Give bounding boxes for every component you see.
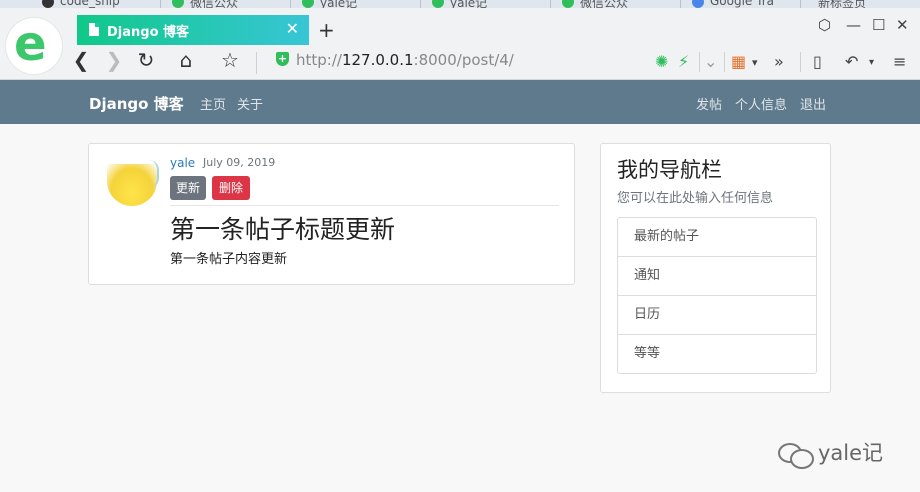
- watermark: yale记: [778, 437, 883, 469]
- background-tab[interactable]: Google Tra: [690, 0, 774, 8]
- sidebar-item-notifications[interactable]: 通知: [618, 257, 816, 296]
- post-date: July 09, 2019: [203, 156, 276, 169]
- update-button[interactable]: 更新: [170, 176, 206, 200]
- menu-icon[interactable]: ≡: [893, 52, 906, 71]
- nav-logout[interactable]: 退出: [800, 94, 826, 113]
- background-tab[interactable]: yale记: [300, 0, 357, 8]
- avatar-decoration: [147, 160, 159, 188]
- browser-logo-icon[interactable]: e: [6, 16, 62, 74]
- nav-profile[interactable]: 个人信息: [735, 94, 787, 113]
- star-icon[interactable]: ☆: [216, 48, 244, 72]
- nav-about[interactable]: 关于: [237, 94, 263, 113]
- back-icon[interactable]: ❮: [67, 48, 95, 72]
- nav-new-post[interactable]: 发帖: [696, 94, 722, 113]
- apps-dropdown-icon[interactable]: ▾: [752, 56, 758, 69]
- background-tab[interactable]: 新标签页: [810, 0, 866, 8]
- wechat-icon: [778, 441, 814, 469]
- post-content: 第一条帖子内容更新: [170, 252, 288, 267]
- browser-chrome: e Django 博客 ✕ + ⬡ — ☐ ✕ ❮ ❯ ↻ ⌂ ☆ + http…: [0, 8, 920, 80]
- undo-icon[interactable]: ↶: [845, 52, 858, 71]
- maximize-icon[interactable]: ☐: [872, 16, 885, 34]
- site-navbar: Django 博客 主页 关于 发帖 个人信息 退出: [0, 80, 920, 124]
- reload-icon[interactable]: ↻: [132, 48, 160, 72]
- sidebar-item-calendar[interactable]: 日历: [618, 296, 816, 335]
- post-author[interactable]: yale: [170, 156, 195, 170]
- lightning-icon[interactable]: ⚡: [678, 52, 689, 71]
- skin-icon[interactable]: ⬡: [818, 16, 831, 34]
- nav-home[interactable]: 主页: [200, 94, 226, 113]
- active-tab[interactable]: Django 博客 ✕: [77, 15, 309, 45]
- background-tab[interactable]: 微信公众: [560, 0, 628, 8]
- wechat-icon: [302, 0, 314, 8]
- sidebar-subtitle: 您可以在此处输入任何信息: [617, 191, 774, 206]
- wechat-icon: [432, 0, 444, 8]
- background-tab[interactable]: code_snip: [40, 0, 120, 8]
- sidebar-title: 我的导航栏: [617, 158, 722, 182]
- undo-dropdown-icon[interactable]: ▾: [869, 57, 874, 68]
- background-tab[interactable]: yale记: [430, 0, 487, 8]
- mobile-icon[interactable]: ▯: [813, 52, 822, 71]
- close-window-icon[interactable]: ✕: [896, 16, 909, 34]
- wechat-icon: [172, 0, 184, 8]
- sidebar-item-latest-posts[interactable]: 最新的帖子: [618, 218, 816, 257]
- new-tab-icon[interactable]: +: [318, 18, 335, 42]
- google-translate-icon: [692, 0, 704, 8]
- chevron-down-icon[interactable]: ⌄: [704, 52, 717, 71]
- active-tab-title: Django 博客: [107, 25, 190, 40]
- background-tabs: code_snip 微信公众 yale记 yale记 微信公众 Google T…: [0, 0, 920, 8]
- delete-button[interactable]: 删除: [212, 176, 250, 200]
- apps-icon[interactable]: ▦: [731, 52, 746, 71]
- shield-icon: +: [276, 52, 289, 66]
- home-icon[interactable]: ⌂: [172, 48, 200, 72]
- close-tab-icon[interactable]: ✕: [286, 19, 299, 38]
- github-icon: [42, 0, 54, 8]
- sidebar-list: 最新的帖子 通知 日历 等等: [617, 217, 817, 374]
- sidebar-item-etc[interactable]: 等等: [618, 335, 816, 373]
- divider: [170, 205, 559, 206]
- address-bar[interactable]: http://127.0.0.1:8000/post/4/: [296, 51, 514, 69]
- forward-icon[interactable]: ❯: [100, 48, 128, 72]
- refresh-green-icon[interactable]: ✺: [655, 52, 668, 71]
- post-title: 第一条帖子标题更新: [170, 215, 396, 244]
- background-tab[interactable]: 微信公众: [170, 0, 238, 8]
- sidebar: 我的导航栏 您可以在此处输入任何信息 最新的帖子 通知 日历 等等: [600, 143, 831, 393]
- more-icon[interactable]: »: [774, 52, 784, 71]
- wechat-icon: [562, 0, 574, 8]
- document-icon: [89, 23, 99, 36]
- site-brand[interactable]: Django 博客: [89, 93, 184, 114]
- minimize-icon[interactable]: —: [846, 16, 861, 34]
- post-card: yale July 09, 2019 更新 删除 第一条帖子标题更新 第一条帖子…: [88, 143, 575, 285]
